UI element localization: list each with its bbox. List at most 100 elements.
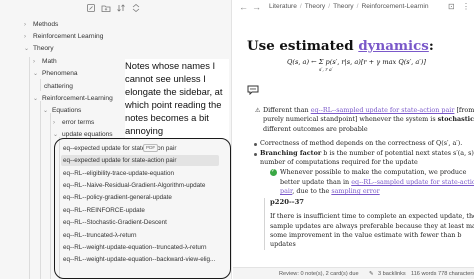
tree-folder-phenomena[interactable]: ⌄ Phenomena (33, 68, 78, 79)
file-item[interactable]: eq--RL--truncated-λ-return (61, 230, 219, 241)
text: better update than in (280, 178, 352, 186)
character-count: 778 characters (438, 271, 474, 277)
page-reference: p220--37 (270, 198, 305, 206)
back-arrow-icon[interactable]: ← (239, 2, 248, 12)
file-item[interactable]: eq--expected update for state-action pai… (61, 143, 219, 154)
word-count: 116 words (411, 271, 437, 277)
sort-icon[interactable] (116, 3, 126, 13)
tree-label: error terms (62, 119, 95, 126)
indent-guide (59, 137, 60, 279)
chevron-down-icon: ⌄ (43, 108, 49, 114)
internal-link[interactable]: eq--RL--sampled update for state-action … (311, 106, 455, 114)
chevron-right-icon: › (24, 34, 26, 40)
note-line: different outcomes are probable (263, 125, 368, 133)
comment-icon (247, 85, 259, 95)
breadcrumb-item[interactable]: Theory (333, 3, 354, 10)
tree-folder-reinforcement-learning-2[interactable]: ⌄ Reinforcement-Learning (33, 93, 113, 104)
note-line: better update than in eq--RL--sampled up… (280, 178, 474, 187)
chevron-down-icon: ⌄ (33, 71, 39, 77)
forward-arrow-icon[interactable]: → (252, 2, 261, 12)
file-item[interactable]: eq--RL--policy-gradient-general-update (61, 192, 219, 203)
bullet (254, 153, 257, 156)
file-item[interactable]: eq--RL--weight-update-equation--truncate… (61, 242, 219, 253)
internal-link[interactable]: sampling error (331, 187, 379, 195)
breadcrumb-item[interactable]: Literature (269, 3, 297, 10)
text: [from a (456, 106, 474, 114)
annotation-line: elongate the sidebar, at (125, 86, 223, 97)
tree-folder-theory[interactable]: ⌄ Theory (24, 43, 54, 54)
edit-icon[interactable]: ✎ (369, 268, 374, 279)
annotation-line: notes becomes a bit (125, 112, 209, 123)
title-text: : (428, 38, 434, 54)
math-formula-subscript: s′, r a′ (319, 68, 333, 73)
indent-guide (40, 79, 41, 91)
tree-folder-error-terms[interactable]: › error terms (53, 117, 94, 128)
new-folder-icon[interactable] (101, 3, 111, 13)
tree-label: Theory (33, 45, 54, 52)
indent-guide (40, 101, 41, 279)
text: purely numerical standpoint] whenever th… (263, 115, 438, 123)
chevron-right-icon: › (24, 22, 26, 28)
note-line: Different than eq--RL--sampled update fo… (263, 106, 474, 115)
tree-label: update equations (62, 131, 113, 138)
file-item[interactable]: eq--RL--weight-update-equation--backward… (61, 254, 219, 265)
bold-text: Branching factor (260, 149, 322, 157)
tree-folder-math[interactable]: › Math (33, 56, 57, 67)
tree-label: Reinforcement Learning (33, 33, 104, 40)
tree-folder-update-equations[interactable]: ⌄ update equations (53, 129, 113, 140)
math-formula: Q(s, a) ← Σ p(s′, r|s, a)[r + γ max Q(s′… (287, 58, 426, 66)
chevron-down-icon: ⌄ (53, 132, 59, 138)
internal-link[interactable]: eq--RL--sampled update for state-action (351, 178, 474, 186)
title-link[interactable]: dynamics (358, 38, 429, 54)
indent-guide (29, 57, 30, 279)
file-item-active[interactable]: eq--expected update for state-action pai… (61, 155, 219, 166)
indent-guide (50, 113, 51, 279)
warning-icon: ⚠ (255, 108, 261, 114)
chevron-right-icon: › (53, 120, 55, 126)
tree-file-chattering[interactable]: chattering (44, 81, 73, 92)
annotation-note: Notes whose names I cannot see unless I … (125, 59, 229, 139)
breadcrumb: Literature / Theory / Theory / Reinforcement-L… (269, 3, 429, 10)
internal-link[interactable]: pair (280, 187, 292, 195)
file-item[interactable]: eq--RL--Stochastic-Gradient-Descent (61, 217, 219, 228)
tree-folder-reinforcement-learning[interactable]: › Reinforcement Learning (24, 31, 103, 42)
tree-label: Reinforcement-Learning (42, 95, 113, 102)
note-line: number of computations required for the … (260, 158, 418, 166)
tree-label: Math (42, 58, 57, 65)
note-line: pair, due to the sampling error (280, 187, 380, 196)
tree-label: Methods (33, 21, 59, 28)
annotation-line: annoying (125, 125, 164, 136)
backlinks-count[interactable]: 3 backlinks (378, 268, 406, 279)
annotation-line: cannot see unless I (125, 73, 206, 84)
chevron-down-icon: ⌄ (33, 96, 39, 102)
file-explorer-toolbar (0, 0, 231, 16)
tree-label: chattering (44, 83, 73, 90)
text: , due to the (292, 187, 332, 195)
annotation-line: Notes whose names I (125, 60, 216, 71)
review-status[interactable]: Review: 0 note(s), 2 card(s) due (279, 268, 359, 279)
file-item[interactable]: eq--RL--eligibility-trace-update-equatio… (61, 168, 219, 179)
pdf-badge: PDF (143, 144, 159, 152)
file-item[interactable]: eq--RL--Naive-Residual-Gradient-Algorith… (61, 180, 219, 191)
note-line: If there is insufficient time to complet… (270, 212, 474, 220)
status-bar: Review: 0 note(s), 2 card(s) due ✎ 3 bac… (233, 267, 474, 279)
tree-folder-methods[interactable]: › Methods (24, 19, 58, 30)
more-options-icon[interactable]: ⋮ (462, 2, 470, 11)
bullet (254, 143, 257, 146)
file-explorer-sidebar: › Methods › Reinforcement Learning ⌄ Theory… (0, 0, 232, 279)
chevron-down-icon: ⌄ (24, 46, 30, 52)
collapse-all-icon[interactable] (131, 3, 141, 13)
new-note-icon[interactable] (86, 3, 96, 13)
text: b is the number of potential next states… (321, 149, 474, 157)
breadcrumb-item[interactable]: Reinforcement-Learnin (361, 3, 428, 10)
blockquote-bar (264, 198, 265, 250)
check-icon (270, 168, 277, 176)
breadcrumb-item[interactable]: Theory (305, 3, 326, 10)
title-text: Use estimated (247, 38, 359, 54)
annotation-line: which point reading the (125, 99, 222, 110)
text: Different than (263, 106, 311, 114)
tree-folder-equations[interactable]: ⌄ Equations (43, 105, 81, 116)
book-icon[interactable]: ⊡ (448, 2, 455, 11)
note-line: Correctness of method depends on the cor… (260, 139, 463, 147)
file-item[interactable]: eq--RL--REINFORCE-update (61, 205, 219, 216)
